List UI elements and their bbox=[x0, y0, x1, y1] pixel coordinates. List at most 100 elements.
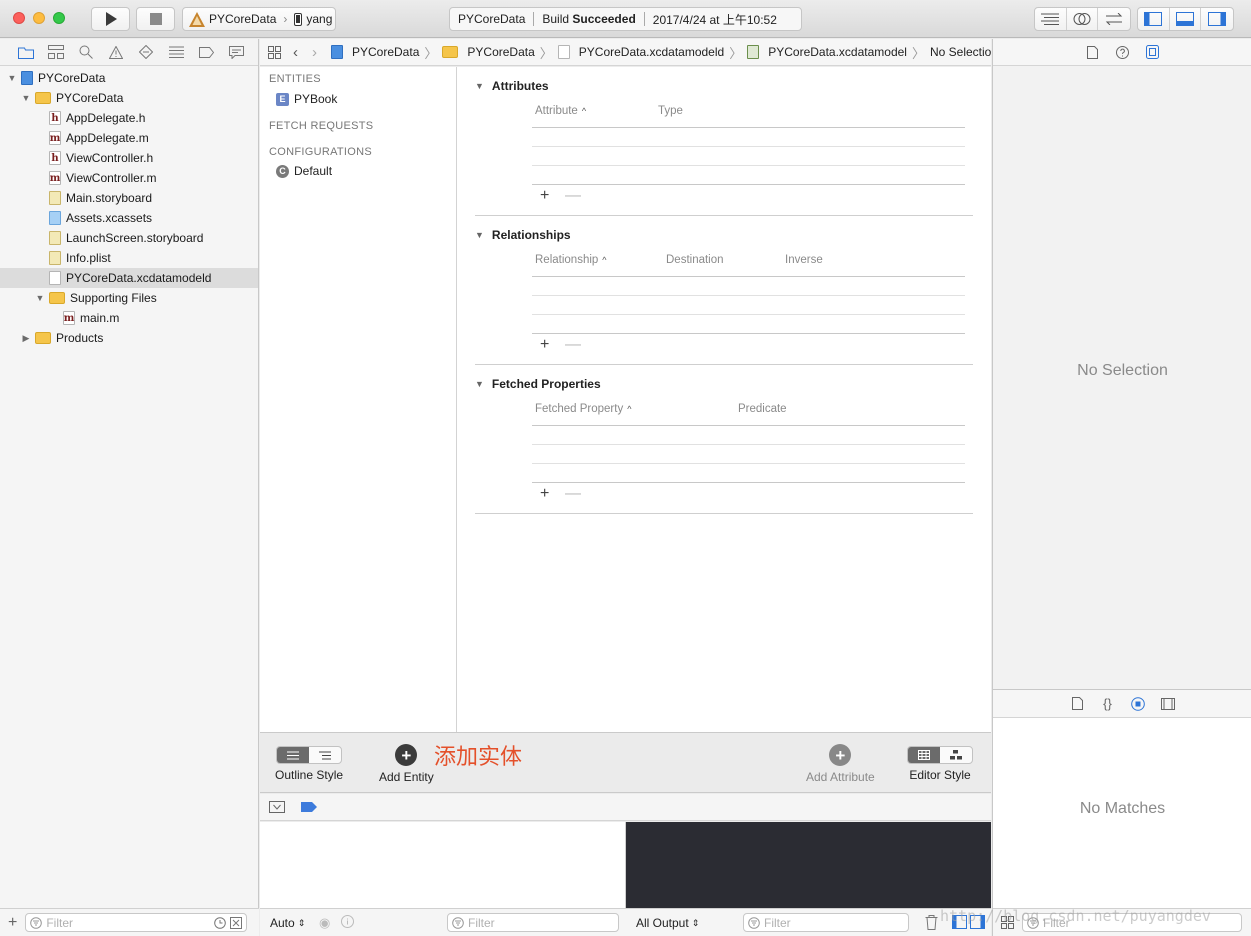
disclosure-open-icon[interactable]: ▼ bbox=[35, 293, 45, 303]
report-bubble-icon[interactable] bbox=[227, 43, 245, 61]
data-model-inspector-icon[interactable] bbox=[1144, 44, 1160, 60]
debug-list-icon[interactable] bbox=[167, 43, 185, 61]
folder-icon[interactable] bbox=[17, 43, 35, 61]
close-window-button[interactable] bbox=[13, 12, 25, 24]
toggle-utilities-button[interactable] bbox=[1201, 8, 1233, 30]
console-filter-input[interactable]: Filter bbox=[743, 913, 909, 932]
table-style-button[interactable] bbox=[277, 747, 310, 763]
attributes-header[interactable]: ▼ Attributes bbox=[475, 79, 549, 93]
activity-project: PYCoreData bbox=[458, 12, 526, 26]
tree-item[interactable]: ▼ Supporting Files bbox=[0, 288, 258, 308]
search-icon[interactable] bbox=[77, 43, 95, 61]
project-icon bbox=[21, 71, 33, 85]
breakpoint-icon[interactable] bbox=[197, 43, 215, 61]
recent-files-icon[interactable] bbox=[214, 916, 227, 929]
add-entity-button[interactable]: + Add Entity bbox=[379, 744, 434, 784]
media-library-icon[interactable] bbox=[1160, 696, 1176, 712]
table-editor-style-button[interactable] bbox=[908, 747, 940, 763]
disclosure-open-icon[interactable]: ▼ bbox=[7, 73, 17, 83]
scheme-chevron-icon: › bbox=[283, 12, 288, 26]
configuration-row[interactable]: C Default bbox=[276, 164, 332, 178]
table-row bbox=[532, 146, 965, 147]
hierarchy-style-button[interactable] bbox=[309, 747, 341, 763]
breakpoints-activate-icon[interactable] bbox=[301, 802, 317, 812]
tree-item[interactable]: ▶ Products bbox=[0, 328, 258, 348]
fetched-properties-header[interactable]: ▼ Fetched Properties bbox=[475, 377, 601, 391]
predicate-column-header[interactable]: Predicate bbox=[738, 403, 787, 415]
code-snippet-icon[interactable]: {} bbox=[1100, 696, 1116, 712]
entity-outline: ENTITIES E PYBook FETCH REQUESTS CONFIGU… bbox=[260, 67, 457, 732]
tree-item[interactable]: Assets.xcassets bbox=[0, 208, 258, 228]
standard-editor-button[interactable] bbox=[1035, 8, 1067, 30]
scheme-selector[interactable]: PYCoreData › yang bbox=[182, 7, 336, 31]
tree-item[interactable]: PYCoreData.xcdatamodeld bbox=[0, 268, 258, 288]
breadcrumb-model-version[interactable]: PYCoreData.xcdatamodel bbox=[747, 45, 907, 59]
disclosure-closed-icon[interactable]: ▶ bbox=[21, 333, 31, 343]
forward-icon[interactable]: › bbox=[312, 44, 317, 61]
breadcrumb-model-bundle[interactable]: PYCoreData.xcdatamodeld bbox=[557, 45, 724, 59]
breadcrumb-chevron-icon: 〉 bbox=[911, 45, 925, 61]
type-column-label: Type bbox=[658, 105, 683, 117]
warning-icon[interactable] bbox=[107, 43, 125, 61]
minimize-window-button[interactable] bbox=[33, 12, 45, 24]
add-fetched-property-button[interactable]: + bbox=[540, 485, 549, 503]
tree-item-label: PYCoreData.xcdatamodeld bbox=[66, 271, 212, 285]
breadcrumb-project[interactable]: PYCoreData bbox=[331, 45, 419, 59]
entity-row[interactable]: E PYBook bbox=[276, 92, 337, 106]
breadcrumb-selection[interactable]: No Selection bbox=[930, 45, 998, 59]
tree-item[interactable]: Info.plist bbox=[0, 248, 258, 268]
variables-filter-input[interactable]: Filter bbox=[447, 913, 619, 932]
tree-item[interactable]: Main.storyboard bbox=[0, 188, 258, 208]
hide-debug-area-icon[interactable] bbox=[269, 801, 285, 813]
project-navigator: ▼ PYCoreData ▼ PYCoreData h AppDelegate.h m App… bbox=[0, 39, 259, 936]
test-diamond-icon[interactable] bbox=[137, 43, 155, 61]
source-control-filter-icon[interactable] bbox=[230, 916, 243, 929]
toggle-debug-area-button[interactable] bbox=[1170, 8, 1202, 30]
object-library-icon[interactable] bbox=[1130, 696, 1146, 712]
add-relationship-button[interactable]: + bbox=[540, 336, 549, 354]
remove-relationship-button[interactable]: — bbox=[565, 336, 581, 354]
version-editor-button[interactable] bbox=[1098, 8, 1130, 30]
related-items-icon[interactable] bbox=[268, 45, 281, 59]
tree-item[interactable]: ▼ PYCoreData bbox=[0, 88, 258, 108]
tree-item[interactable]: LaunchScreen.storyboard bbox=[0, 228, 258, 248]
info-icon[interactable] bbox=[341, 915, 354, 928]
zoom-window-button[interactable] bbox=[53, 12, 65, 24]
variables-scope-select[interactable]: Auto ⇕ bbox=[270, 916, 305, 930]
graph-editor-style-button[interactable] bbox=[940, 747, 972, 763]
back-icon[interactable]: ‹ bbox=[293, 44, 298, 61]
file-inspector-icon[interactable] bbox=[1084, 44, 1100, 60]
relationships-header[interactable]: ▼ Relationships bbox=[475, 228, 571, 242]
inverse-column-header[interactable]: Inverse bbox=[785, 254, 823, 266]
stop-button[interactable] bbox=[136, 7, 175, 31]
assistant-editor-button[interactable] bbox=[1067, 8, 1099, 30]
console-output-select[interactable]: All Output ⇕ bbox=[636, 916, 699, 930]
add-attribute-toolbar-button[interactable]: + Add Attribute bbox=[806, 744, 875, 784]
navigator-filter-input[interactable]: Filter bbox=[25, 913, 248, 932]
add-attribute-button[interactable]: + bbox=[540, 187, 549, 205]
trash-icon[interactable] bbox=[925, 915, 938, 930]
disclosure-open-icon[interactable]: ▼ bbox=[21, 93, 31, 103]
breadcrumb-group[interactable]: PYCoreData bbox=[442, 45, 535, 59]
hierarchy-icon[interactable] bbox=[47, 43, 65, 61]
run-button[interactable] bbox=[91, 7, 130, 31]
tree-item[interactable]: ▼ PYCoreData bbox=[0, 68, 258, 88]
file-template-icon[interactable] bbox=[1070, 696, 1086, 712]
tree-item[interactable]: h AppDelegate.h bbox=[0, 108, 258, 128]
tree-item[interactable]: h ViewController.h bbox=[0, 148, 258, 168]
remove-fetched-property-button[interactable]: — bbox=[565, 485, 581, 503]
type-column-header[interactable]: Type bbox=[658, 105, 683, 117]
remove-attribute-button[interactable]: — bbox=[565, 187, 581, 205]
fetched-property-column-header[interactable]: Fetched Property ^ bbox=[535, 403, 631, 415]
toggle-navigator-button[interactable] bbox=[1138, 8, 1170, 30]
tree-item[interactable]: m AppDelegate.m bbox=[0, 128, 258, 148]
quick-look-icon[interactable]: ◉ bbox=[319, 915, 330, 931]
attribute-column-header[interactable]: Attribute ^ bbox=[535, 105, 586, 117]
add-file-icon[interactable]: + bbox=[8, 914, 17, 932]
destination-column-header[interactable]: Destination bbox=[666, 254, 724, 266]
relationship-column-header[interactable]: Relationship ^ bbox=[535, 254, 607, 266]
tree-item[interactable]: m ViewController.m bbox=[0, 168, 258, 188]
tree-item[interactable]: m main.m bbox=[0, 308, 258, 328]
quick-help-icon[interactable] bbox=[1114, 44, 1130, 60]
